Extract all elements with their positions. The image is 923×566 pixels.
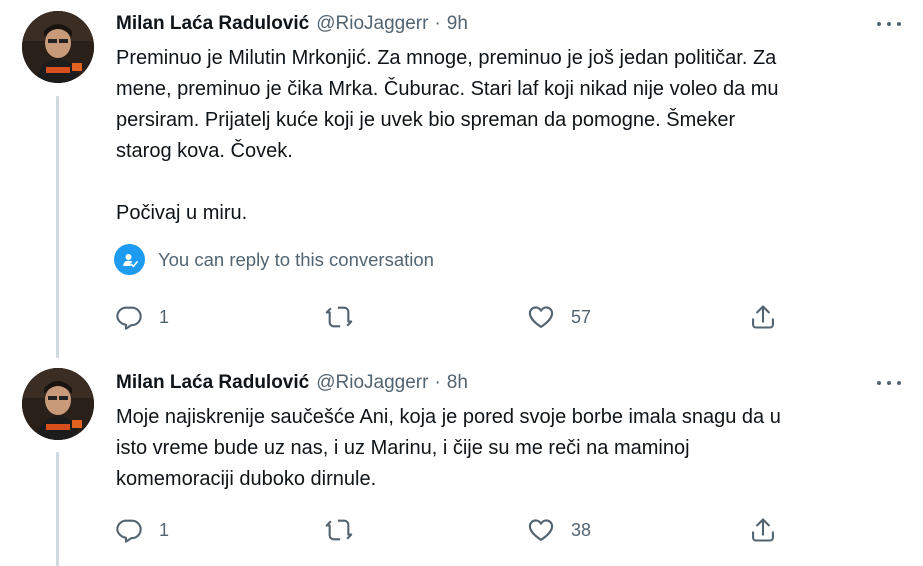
more-icon[interactable] — [875, 370, 903, 396]
share-icon — [752, 518, 774, 542]
timestamp[interactable]: 8h — [447, 372, 468, 394]
reply-count: 1 — [159, 306, 170, 327]
reply-permission-note: You can reply to this conversation — [114, 244, 434, 275]
reply-permission-icon — [114, 244, 145, 275]
author-handle[interactable]: @RioJaggerr — [316, 13, 428, 35]
like-button[interactable]: 38 — [527, 514, 591, 546]
tweet[interactable]: Milan Laća Radulović @RioJaggerr · 8h Mo… — [0, 360, 923, 566]
author-name[interactable]: Milan Laća Radulović — [116, 372, 309, 394]
tweet-actions: 1 57 — [0, 301, 923, 333]
share-button[interactable] — [749, 301, 777, 333]
like-count: 38 — [571, 519, 592, 540]
like-icon — [528, 306, 554, 328]
separator: · — [434, 372, 441, 393]
avatar[interactable] — [22, 368, 94, 440]
avatar[interactable] — [22, 11, 94, 83]
tweet[interactable]: Milan Laća Radulović @RioJaggerr · 9h Pr… — [0, 0, 923, 360]
author-handle[interactable]: @RioJaggerr — [316, 372, 428, 394]
reply-button[interactable]: 1 — [115, 301, 169, 333]
tweet-text: Preminuo je Milutin Mrkonjić. Za mnoge, … — [116, 47, 779, 224]
author-name[interactable]: Milan Laća Radulović — [116, 13, 309, 35]
timestamp[interactable]: 9h — [447, 13, 468, 35]
retweet-icon — [325, 519, 353, 541]
tweet-header: Milan Laća Radulović @RioJaggerr · 8h — [116, 370, 468, 396]
like-button[interactable]: 57 — [527, 301, 591, 333]
separator: · — [434, 13, 441, 34]
like-count: 57 — [571, 306, 592, 327]
more-icon[interactable] — [875, 11, 903, 37]
retweet-icon — [325, 306, 353, 328]
retweet-button[interactable] — [325, 514, 369, 546]
share-icon — [752, 305, 774, 329]
retweet-button[interactable] — [325, 301, 369, 333]
like-icon — [528, 519, 554, 541]
tweet-text: Moje najiskrenije saučešće Ani, koja je … — [116, 406, 781, 490]
reply-permission-label: You can reply to this conversation — [158, 248, 434, 270]
tweet-actions: 1 38 — [0, 514, 923, 546]
tweet-header: Milan Laća Radulović @RioJaggerr · 9h — [116, 11, 468, 37]
share-button[interactable] — [749, 514, 777, 546]
reply-icon — [116, 306, 142, 330]
reply-button[interactable]: 1 — [115, 514, 169, 546]
reply-count: 1 — [159, 519, 170, 540]
reply-icon — [116, 519, 142, 543]
